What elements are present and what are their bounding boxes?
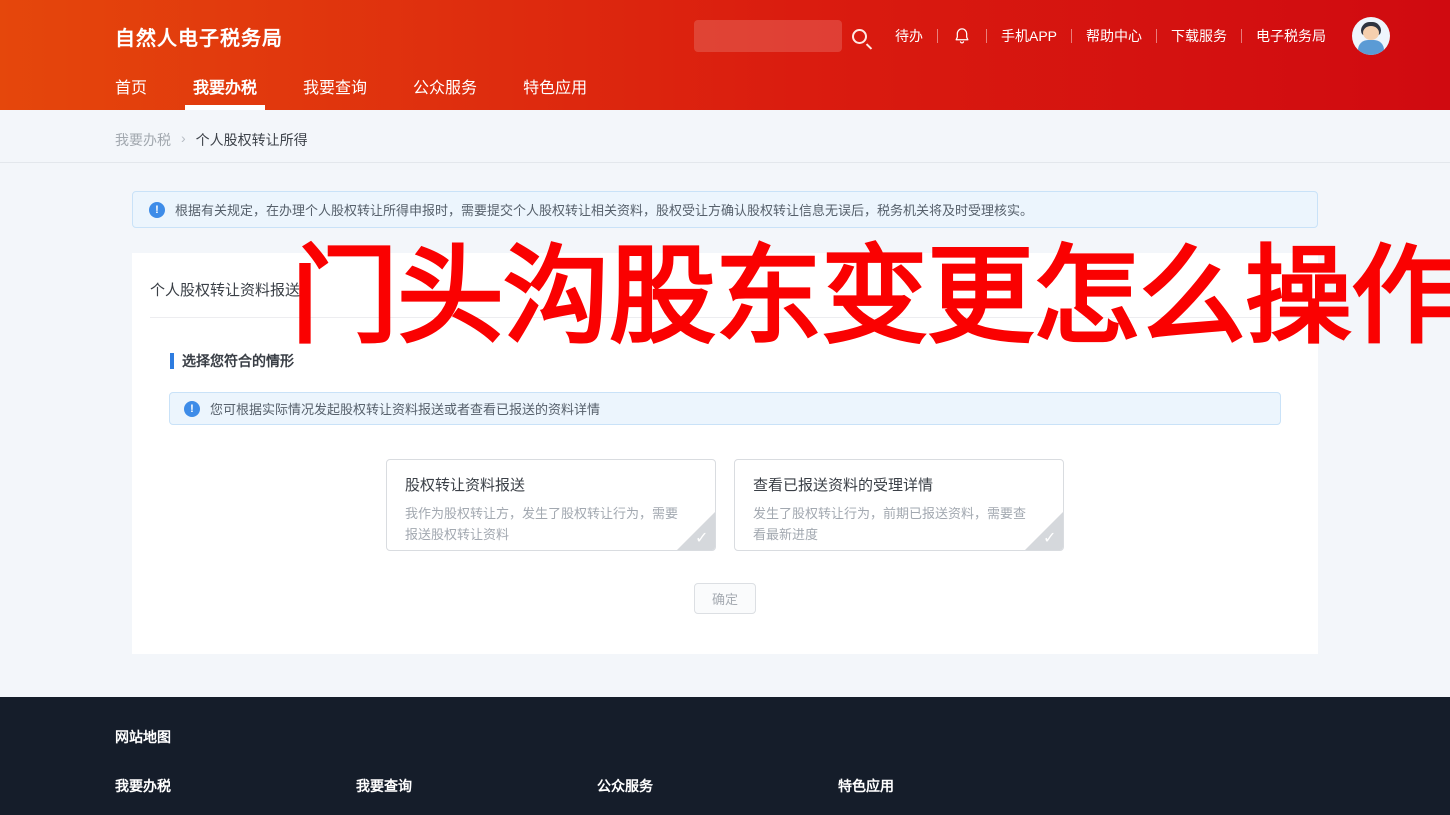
main-nav: 首页 我要办税 我要查询 公众服务 特色应用	[0, 72, 1450, 110]
nav-item-inquiry[interactable]: 我要查询	[303, 72, 367, 110]
breadcrumb-separator-icon: ›	[181, 130, 186, 146]
avatar-body	[1358, 40, 1384, 55]
main-content: ! 根据有关规定，在办理个人股权转让所得申报时，需要提交个人股权转让相关资料，股…	[0, 191, 1450, 654]
option-card-submit-materials[interactable]: 股权转让资料报送 我作为股权转让方，发生了股权转让行为，需要报送股权转让资料 ✓	[386, 459, 716, 551]
download-service-link[interactable]: 下载服务	[1157, 26, 1241, 46]
footer-col-public-service: 公众服务 票证查验	[597, 776, 838, 815]
notification-bell-icon[interactable]	[952, 25, 972, 47]
topbar-right: 待办 手机APP 帮助中心 下载服务 电子税务局	[694, 17, 1390, 55]
etax-bureau-link[interactable]: 电子税务局	[1242, 26, 1340, 46]
sitemap-title: 网站地图	[115, 727, 1450, 747]
breadcrumb-current: 个人股权转让所得	[196, 130, 308, 150]
topbar: 自然人电子税务局 待办 手机APP 帮助中心 下载服务 电子税务局	[0, 0, 1450, 72]
equity-transfer-panel: 个人股权转让资料报送 选择您符合的情形 ! 您可根据实际情况发起股权转让资料报送…	[132, 253, 1318, 654]
section-header: 选择您符合的情形	[170, 351, 1300, 371]
notice-text: 根据有关规定，在办理个人股权转让所得申报时，需要提交个人股权转让相关资料，股权受…	[175, 200, 1033, 219]
panel-title: 个人股权转让资料报送	[150, 253, 1300, 300]
nav-item-public-service[interactable]: 公众服务	[413, 72, 477, 110]
info-icon: !	[184, 401, 200, 417]
avatar-face	[1363, 26, 1379, 40]
breadcrumb-parent[interactable]: 我要办税	[115, 130, 171, 150]
option-title: 查看已报送资料的受理详情	[753, 474, 1045, 495]
footer-col-inquiry: 我要查询 申报信息查询	[356, 776, 597, 815]
option-card-view-progress[interactable]: 查看已报送资料的受理详情 发生了股权转让行为，前期已报送资料，需要查看最新进度 …	[734, 459, 1064, 551]
avatar[interactable]	[1352, 17, 1390, 55]
divider	[150, 317, 1300, 318]
option-description: 我作为股权转让方，发生了股权转让行为，需要报送股权转让资料	[405, 503, 697, 546]
option-cards: 股权转让资料报送 我作为股权转让方，发生了股权转让行为，需要报送股权转让资料 ✓…	[150, 459, 1300, 551]
footer-col-title: 我要查询	[356, 776, 597, 796]
checkmark-corner-icon: ✓	[677, 512, 715, 550]
footer-col-tax-handling: 我要办税 专项附加扣除填报	[115, 776, 356, 815]
breadcrumb: 我要办税 › 个人股权转让所得	[0, 110, 1450, 163]
search-icon[interactable]	[852, 29, 867, 44]
option-description: 发生了股权转让行为，前期已报送资料，需要查看最新进度	[753, 503, 1045, 546]
search-input[interactable]	[694, 20, 842, 52]
divider	[937, 29, 938, 43]
section-title: 选择您符合的情形	[182, 351, 294, 371]
page-footer: 网站地图 我要办税 专项附加扣除填报 我要查询 申报信息查询 公众服务 票证查验…	[0, 697, 1450, 815]
footer-col-title: 我要办税	[115, 776, 356, 796]
confirm-row: 确定	[150, 583, 1300, 614]
hint-text: 您可根据实际情况发起股权转让资料报送或者查看已报送的资料详情	[210, 399, 600, 418]
section-accent-bar	[170, 353, 174, 369]
confirm-button[interactable]: 确定	[694, 583, 756, 614]
notice-banner: ! 根据有关规定，在办理个人股权转让所得申报时，需要提交个人股权转让相关资料，股…	[132, 191, 1318, 228]
app-title: 自然人电子税务局	[115, 22, 283, 51]
footer-col-featured-apps: 特色应用	[838, 776, 1079, 815]
info-icon: !	[149, 202, 165, 218]
nav-item-featured-apps[interactable]: 特色应用	[523, 72, 587, 110]
nav-item-tax-handling[interactable]: 我要办税	[193, 72, 257, 110]
footer-columns: 我要办税 专项附加扣除填报 我要查询 申报信息查询 公众服务 票证查验 特色应用	[115, 776, 1450, 815]
footer-col-title: 公众服务	[597, 776, 838, 796]
mobile-app-link[interactable]: 手机APP	[987, 26, 1071, 46]
hint-banner: ! 您可根据实际情况发起股权转让资料报送或者查看已报送的资料详情	[169, 392, 1281, 425]
help-center-link[interactable]: 帮助中心	[1072, 26, 1156, 46]
option-title: 股权转让资料报送	[405, 474, 697, 495]
nav-item-home[interactable]: 首页	[115, 72, 147, 110]
todo-link[interactable]: 待办	[881, 26, 937, 46]
checkmark-corner-icon: ✓	[1025, 512, 1063, 550]
app-header: 自然人电子税务局 待办 手机APP 帮助中心 下载服务 电子税务局 首页	[0, 0, 1450, 110]
footer-col-title: 特色应用	[838, 776, 1079, 796]
